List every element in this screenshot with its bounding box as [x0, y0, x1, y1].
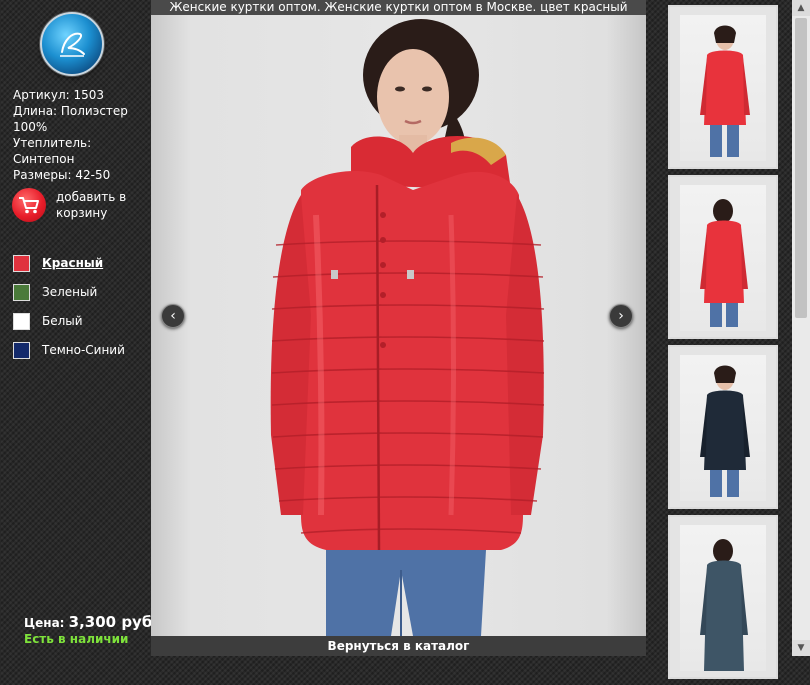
logo-monogram-icon	[60, 32, 85, 57]
thumbnail-steel-back[interactable]	[668, 515, 778, 679]
next-image-button[interactable]: ›	[609, 304, 633, 328]
page-title: Женские куртки оптом. Женские куртки опт…	[151, 0, 646, 15]
stock-status: Есть в наличии	[24, 632, 129, 646]
thumbnail-image	[700, 25, 750, 157]
color-label[interactable]: Зеленый	[42, 285, 97, 299]
product-sizes: Размеры: 42-50	[13, 168, 111, 182]
price-label: Цена:	[24, 616, 65, 630]
color-label[interactable]: Темно-Синий	[42, 343, 125, 357]
color-swatch[interactable]	[13, 313, 30, 330]
color-label[interactable]: Белый	[42, 314, 83, 328]
thumbnail-red-front[interactable]	[668, 5, 778, 169]
chevron-right-icon: ›	[618, 308, 624, 324]
color-option-green[interactable]: Зеленый	[13, 282, 148, 311]
shopping-cart-icon[interactable]	[12, 188, 46, 222]
scroll-down-arrow-icon[interactable]: ▼	[792, 640, 810, 656]
product-length: Длина: Полиэстер 100%	[13, 104, 128, 134]
vertical-scrollbar[interactable]: ▲ ▼	[792, 0, 810, 656]
color-swatch[interactable]	[13, 284, 30, 301]
previous-image-button[interactable]: ‹	[161, 304, 185, 328]
color-option-red[interactable]: Красный	[13, 253, 148, 282]
thumbnail-list	[668, 5, 782, 685]
thumbnail-image	[700, 539, 748, 671]
color-options: Красный Зеленый Белый Темно-Синий	[13, 253, 148, 369]
product-gallery: Женские куртки оптом. Женские куртки опт…	[151, 0, 646, 656]
thumbnail-image	[700, 365, 750, 497]
chevron-left-icon: ‹	[170, 308, 176, 324]
product-info: Артикул: 1503 Длина: Полиэстер 100% Утеп…	[13, 87, 143, 183]
thumbnail-image	[700, 199, 748, 327]
price: Цена: 3,300 руб.	[24, 613, 158, 631]
thumbnail-red-back[interactable]	[668, 175, 778, 339]
color-swatch[interactable]	[13, 255, 30, 272]
scroll-up-arrow-icon[interactable]: ▲	[792, 0, 810, 16]
thumbnail-navy-front[interactable]	[668, 345, 778, 509]
add-to-cart-button[interactable]: добавить в корзину	[12, 188, 147, 224]
color-option-navy[interactable]: Темно-Синий	[13, 340, 148, 369]
color-option-white[interactable]: Белый	[13, 311, 148, 340]
product-insulation: Утеплитель: Синтепон	[13, 136, 92, 166]
color-swatch[interactable]	[13, 342, 30, 359]
color-label[interactable]: Красный	[42, 256, 103, 270]
price-value: 3,300 руб.	[68, 613, 159, 631]
model-red-jacket-image	[270, 19, 545, 636]
product-article: Артикул: 1503	[13, 88, 105, 102]
back-to-catalog-link[interactable]: Вернуться в каталог	[151, 636, 646, 656]
add-to-cart-label[interactable]: добавить в корзину	[56, 189, 147, 221]
brand-logo[interactable]	[40, 12, 104, 76]
scrollbar-thumb[interactable]	[795, 18, 807, 318]
main-product-photo[interactable]	[151, 15, 646, 636]
